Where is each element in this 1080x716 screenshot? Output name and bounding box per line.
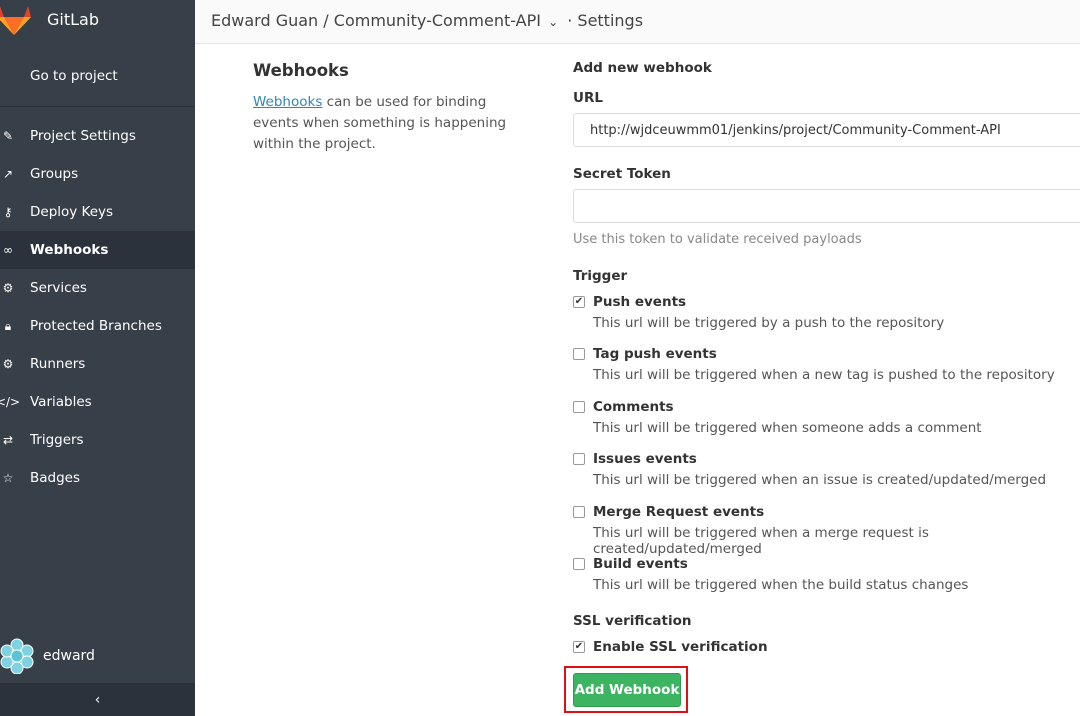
cogs-icon: ⚙ — [2, 281, 14, 295]
sidebar-item-label: Groups — [30, 166, 79, 182]
sidebar-item-label: Services — [30, 280, 87, 296]
avatar — [0, 638, 34, 674]
sidebar-item-webhooks[interactable]: ∞ Webhooks — [0, 231, 195, 269]
trigger-option-label[interactable]: Push events — [593, 294, 686, 310]
sidebar-item-variables[interactable]: </> Variables — [0, 383, 195, 421]
share-icon: ↗ — [2, 167, 14, 181]
page-description: Webhooks can be used for binding events … — [253, 92, 533, 155]
secret-token-input[interactable] — [573, 189, 1080, 223]
sidebar-item-project-settings[interactable]: ✎ Project Settings — [0, 117, 195, 155]
sidebar-item-triggers[interactable]: ⇄ Triggers — [0, 421, 195, 459]
breadcrumb: Edward Guan / Community-Comment-API ⌄ · … — [211, 11, 643, 30]
ssl-checkbox[interactable]: ✔ — [573, 641, 585, 653]
page-title: Webhooks — [253, 61, 349, 80]
key-icon: ⚷ — [3, 205, 13, 219]
trigger-checkbox[interactable] — [573, 506, 585, 518]
code-icon: </> — [0, 395, 21, 409]
link-icon: ∞ — [3, 243, 13, 257]
trigger-option-help: This url will be triggered when the buil… — [593, 577, 969, 593]
gitlab-logo-icon — [0, 6, 31, 35]
sidebar-item-label: Deploy Keys — [30, 204, 114, 220]
sidebar-item-services[interactable]: ⚙ Services — [0, 269, 195, 307]
edit-icon: ✎ — [2, 129, 14, 143]
sidebar-item-label: Triggers — [30, 432, 84, 448]
trigger-option-help: This url will be triggered when a merge … — [593, 525, 929, 557]
trigger-checkbox[interactable] — [573, 348, 585, 360]
gear-icon: ⚙ — [2, 357, 14, 371]
trigger-option-label[interactable]: Tag push events — [593, 346, 717, 362]
settings-nav: ✎ Project Settings ↗ Groups ⚷ Deploy Keys ∞ Web… — [0, 117, 195, 497]
trigger-option-label[interactable]: Comments — [593, 399, 674, 415]
retweet-icon: ⇄ — [2, 433, 14, 447]
trigger-option-help: This url will be triggered when an issue… — [593, 472, 1047, 488]
user-name: edward — [43, 648, 95, 664]
sidebar-item-label: Project Settings — [30, 128, 136, 144]
webhooks-docs-link[interactable]: Webhooks — [253, 94, 322, 110]
trigger-option-help: This url will be triggered when someone … — [593, 420, 982, 436]
trigger-label: Trigger — [573, 268, 628, 284]
trigger-option-label[interactable]: Build events — [593, 556, 688, 572]
sidebar-item-label: Webhooks — [30, 242, 109, 258]
url-label: URL — [573, 90, 603, 106]
sidebar-item-label: Variables — [30, 394, 92, 410]
secret-token-label: Secret Token — [573, 166, 671, 182]
collapse-sidebar-button[interactable]: ‹ — [0, 683, 195, 716]
sidebar-item-groups[interactable]: ↗ Groups — [0, 155, 195, 193]
star-icon: ☆ — [2, 471, 14, 485]
breadcrumb-owner[interactable]: Edward Guan — [211, 11, 318, 30]
lock-icon: 🔒︎ — [4, 318, 12, 333]
header: Edward Guan / Community-Comment-API ⌄ · … — [195, 0, 1080, 44]
sidebar-item-deploy-keys[interactable]: ⚷ Deploy Keys — [0, 193, 195, 231]
user-menu[interactable]: edward — [0, 638, 195, 678]
sidebar-divider — [0, 106, 195, 107]
sidebar-item-label: Badges — [30, 470, 81, 486]
secret-token-hint: Use this token to validate received payl… — [573, 232, 862, 247]
sidebar-item-label: Protected Branches — [30, 318, 162, 334]
url-input[interactable] — [573, 113, 1080, 147]
trigger-checkbox[interactable] — [573, 558, 585, 570]
go-to-project-link[interactable]: Go to project — [30, 68, 118, 84]
trigger-checkbox[interactable] — [573, 453, 585, 465]
form-heading: Add new webhook — [573, 60, 712, 76]
add-webhook-button[interactable]: Add Webhook — [573, 673, 681, 707]
trigger-checkbox[interactable]: ✔ — [573, 296, 585, 308]
chevron-left-icon: ‹ — [94, 691, 101, 708]
trigger-option-label[interactable]: Issues events — [593, 451, 697, 467]
breadcrumb-page: · Settings — [567, 11, 644, 30]
trigger-option-help: This url will be triggered by a push to … — [593, 315, 945, 331]
sidebar-item-runners[interactable]: ⚙ Runners — [0, 345, 195, 383]
brand[interactable]: GitLab — [0, 0, 195, 40]
trigger-checkbox[interactable] — [573, 401, 585, 413]
trigger-option-label[interactable]: Merge Request events — [593, 504, 764, 520]
trigger-option-help: This url will be triggered when a new ta… — [593, 367, 1055, 383]
breadcrumb-project[interactable]: Community-Comment-API — [334, 11, 541, 30]
ssl-label: SSL verification — [573, 613, 692, 629]
sidebar-item-label: Runners — [30, 356, 86, 372]
breadcrumb-separator: / — [323, 11, 329, 30]
sidebar: GitLab Go to project ✎ Project Settings ↗ G… — [0, 0, 195, 716]
sidebar-item-badges[interactable]: ☆ Badges — [0, 459, 195, 497]
ssl-option-label[interactable]: Enable SSL verification — [593, 639, 768, 655]
chevron-down-icon[interactable]: ⌄ — [548, 15, 558, 29]
sidebar-item-protected-branches[interactable]: 🔒︎ Protected Branches — [0, 307, 195, 345]
brand-title: GitLab — [47, 10, 99, 29]
